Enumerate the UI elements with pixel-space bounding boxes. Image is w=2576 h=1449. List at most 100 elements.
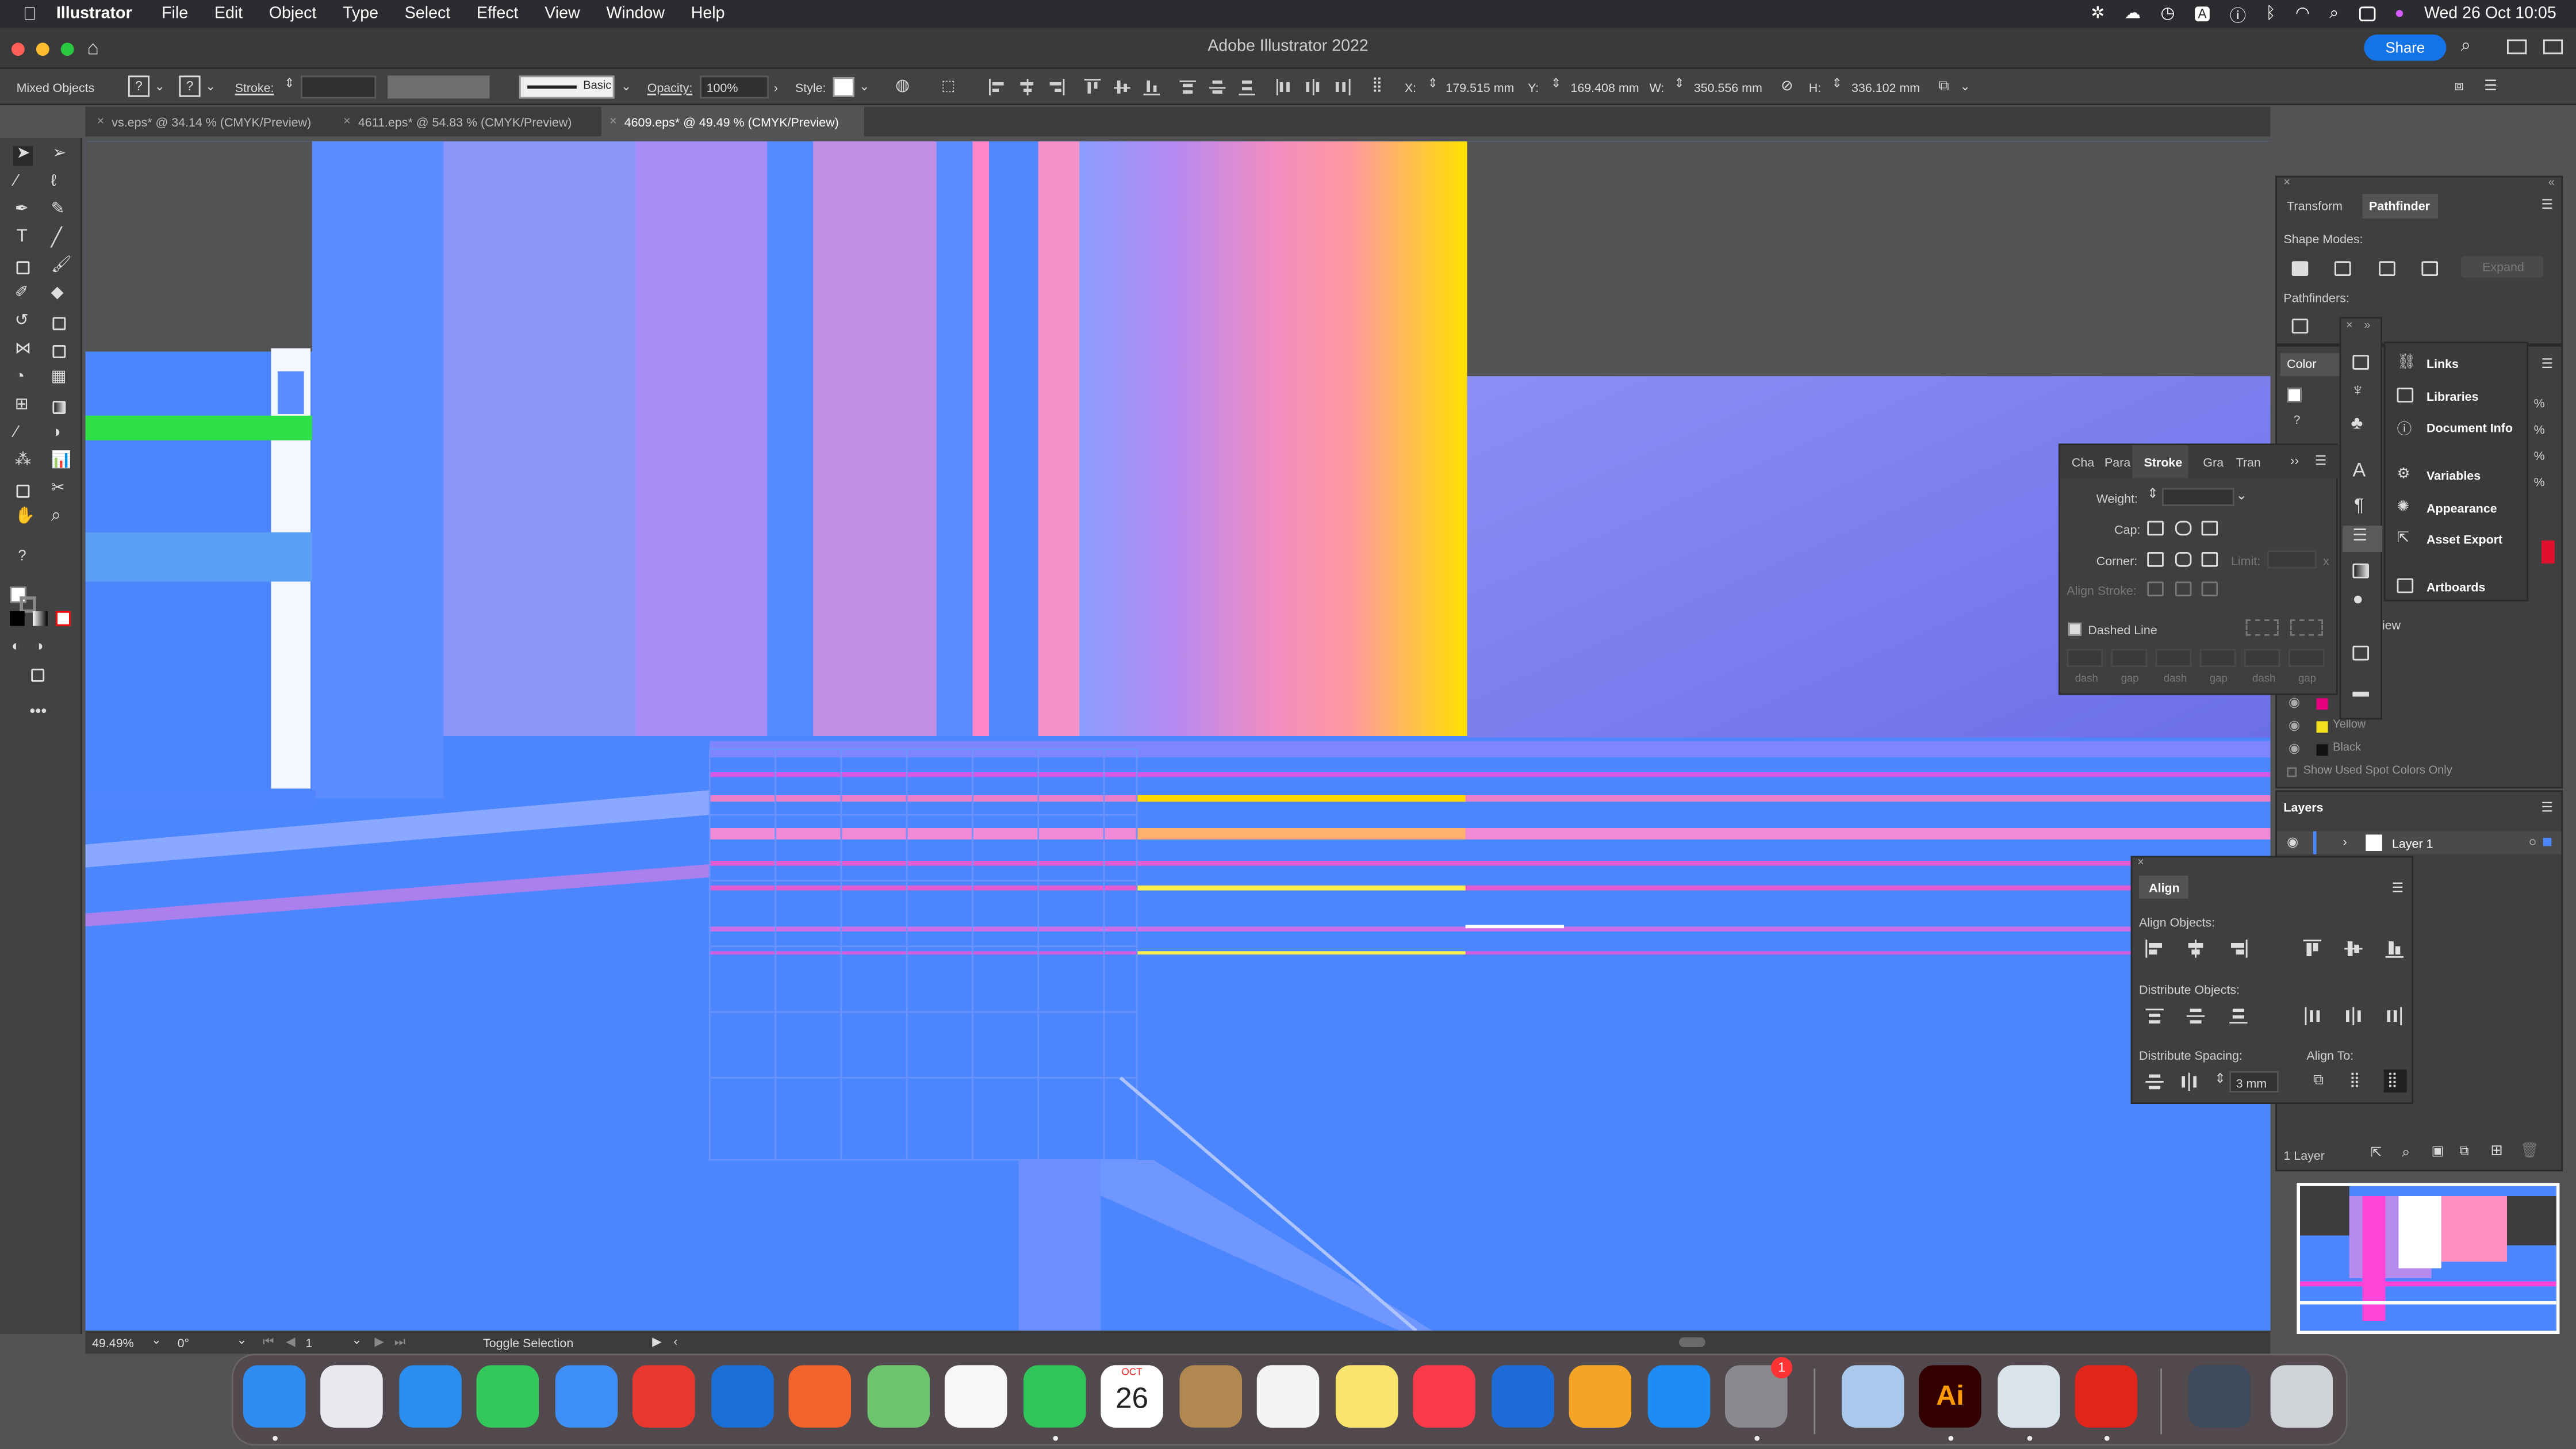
distribute-left-icon[interactable] bbox=[1275, 79, 1291, 95]
eye-icon[interactable]: ◉ bbox=[2288, 718, 2300, 733]
gap-field-2[interactable] bbox=[2199, 649, 2236, 667]
scale-tool-icon[interactable] bbox=[49, 314, 69, 334]
document-tab-2[interactable]: × 4611.eps* @ 54.83 % (CMYK/Preview) bbox=[335, 107, 598, 136]
opacity-label[interactable]: Opacity: bbox=[647, 80, 693, 95]
stroke-swatch[interactable]: ? bbox=[179, 75, 201, 97]
fill-swatch-mini[interactable] bbox=[2287, 388, 2302, 402]
curvature-tool-icon[interactable]: ✎ bbox=[49, 201, 69, 221]
align-stroke-inside-icon[interactable] bbox=[2175, 581, 2192, 597]
creative-cloud-icon[interactable]: ☁ bbox=[2125, 5, 2141, 23]
keynote-icon[interactable] bbox=[1492, 1365, 1554, 1428]
safari-icon[interactable] bbox=[399, 1365, 462, 1428]
reference-point-icon[interactable]: ⣿ bbox=[1372, 75, 1383, 93]
wifi-icon[interactable]: ◠ bbox=[2295, 5, 2310, 23]
navigator-panel[interactable] bbox=[2297, 1183, 2560, 1334]
opacity-arrow-icon[interactable]: › bbox=[774, 80, 778, 95]
tab-character[interactable]: Cha bbox=[2072, 455, 2094, 470]
slice-tool-icon[interactable]: ✂ bbox=[49, 480, 69, 501]
distribute-top-icon[interactable] bbox=[1179, 79, 1196, 95]
brush-dropdown-chevron-icon[interactable]: ⌄ bbox=[621, 79, 631, 94]
panel-menu-icon[interactable]: ☰ bbox=[2542, 800, 2553, 815]
control-menu-icon[interactable]: ☰ bbox=[2484, 77, 2497, 95]
app-store-icon[interactable] bbox=[1647, 1365, 1711, 1428]
align-to-artboard-icon[interactable]: ⣿ bbox=[2383, 1070, 2407, 1092]
x-stepper-icon[interactable]: ⇕ bbox=[1428, 75, 1438, 90]
time-machine-icon[interactable]: ◷ bbox=[2160, 5, 2175, 23]
export-panel-icon[interactable] bbox=[2352, 645, 2369, 661]
height-value[interactable]: 336.102 mm bbox=[1851, 80, 1920, 95]
stroke-weight-stepper-icon[interactable]: ⇕ bbox=[284, 75, 294, 90]
stroke-panel-icon-active[interactable]: ☰ bbox=[2343, 526, 2382, 552]
mesh-tool-icon[interactable]: ⊞ bbox=[13, 396, 33, 417]
next-artboard-icon[interactable]: ▶ bbox=[374, 1334, 384, 1349]
spacing-stepper-icon[interactable]: ⇕ bbox=[2214, 1071, 2225, 1086]
close-panel-icon[interactable]: × bbox=[2137, 857, 2144, 869]
swatch-row-magenta[interactable]: ◉ bbox=[2283, 695, 2546, 715]
transparency-panel-icon[interactable]: ● bbox=[2352, 590, 2363, 610]
arrange-documents-icon[interactable] bbox=[2507, 39, 2527, 55]
rectangle-tool-icon[interactable] bbox=[13, 258, 33, 278]
align-to-selection-option-icon[interactable]: ⧉ bbox=[2313, 1071, 2324, 1089]
y-value[interactable]: 169.408 mm bbox=[1570, 80, 1639, 95]
variable-width-profile[interactable] bbox=[388, 75, 490, 99]
paragraph-panel-icon[interactable]: ¶ bbox=[2354, 496, 2364, 516]
swatch-row-black[interactable]: ◉ Black bbox=[2283, 741, 2546, 761]
round-join-icon[interactable] bbox=[2175, 552, 2192, 567]
menu-object[interactable]: Object bbox=[269, 5, 317, 23]
expand-button[interactable]: Expand bbox=[2461, 256, 2543, 278]
style-dropdown-chevron-icon[interactable]: ⌄ bbox=[859, 79, 869, 94]
gradient-mode-icon[interactable] bbox=[33, 611, 48, 626]
close-panel-icon[interactable]: × bbox=[2346, 320, 2353, 332]
app-menu[interactable]: Illustrator bbox=[56, 5, 132, 23]
document-tab-1[interactable]: × vs.eps* @ 34.14 % (CMYK/Preview) bbox=[89, 107, 332, 136]
flyout-item-artboards[interactable]: Artboards bbox=[2386, 573, 2530, 600]
color-spectrum-strip[interactable] bbox=[2542, 540, 2555, 564]
horizontal-distribute-center-icon[interactable] bbox=[2344, 1007, 2362, 1025]
eyedropper-tool-icon[interactable]: ⁄ bbox=[13, 424, 33, 445]
vertical-align-bottom-icon[interactable] bbox=[2385, 940, 2404, 959]
align-horizontal-center-icon[interactable] bbox=[1018, 79, 1035, 95]
blank-app-icon[interactable] bbox=[1998, 1365, 2060, 1428]
character-panel-icon[interactable]: A bbox=[2352, 458, 2366, 481]
selection-tool-icon[interactable]: ➤ bbox=[13, 144, 33, 166]
unite-icon[interactable] bbox=[2291, 261, 2309, 276]
reminders-icon[interactable] bbox=[1256, 1365, 1320, 1428]
firefox-icon[interactable] bbox=[788, 1365, 851, 1428]
status-gear-icon[interactable]: ✲ bbox=[2091, 5, 2104, 23]
search-icon[interactable]: ⌕ bbox=[2461, 36, 2471, 57]
tab-gradient[interactable]: Gra bbox=[2203, 455, 2224, 470]
puppet-warp-icon[interactable]: ♆ bbox=[2351, 381, 2365, 401]
eraser-tool-icon[interactable]: ◆ bbox=[49, 284, 69, 305]
vertical-distribute-bottom-icon[interactable] bbox=[2229, 1007, 2248, 1025]
projecting-cap-icon[interactable] bbox=[2201, 520, 2218, 536]
vertical-distribute-center-icon[interactable] bbox=[2186, 1007, 2205, 1025]
gradient-tool-icon[interactable] bbox=[49, 397, 69, 417]
tab-transform[interactable]: Transform bbox=[2280, 194, 2363, 218]
create-new-layer-icon[interactable]: ⊞ bbox=[2490, 1142, 2503, 1160]
notes-icon[interactable] bbox=[1335, 1365, 1398, 1428]
preserve-dash-icon[interactable] bbox=[2245, 619, 2279, 636]
intersect-icon[interactable] bbox=[2379, 261, 2395, 276]
column-graph-tool-icon[interactable]: 📊 bbox=[49, 452, 72, 473]
miter-limit-field[interactable] bbox=[2267, 550, 2317, 569]
spotlight-search-icon[interactable]: ⌕ bbox=[2329, 5, 2339, 23]
info-icon[interactable]: ⓘ bbox=[2230, 2, 2247, 26]
align-bottom-icon[interactable] bbox=[1143, 79, 1160, 96]
gap-field-3[interactable] bbox=[2288, 649, 2325, 667]
comments-panel-icon[interactable]: ▬ bbox=[2352, 684, 2369, 702]
vertical-align-top-icon[interactable] bbox=[2303, 940, 2322, 957]
music-icon[interactable] bbox=[1413, 1365, 1475, 1428]
maps-icon[interactable] bbox=[867, 1365, 930, 1428]
opacity-field[interactable]: 100% bbox=[700, 75, 769, 99]
eye-icon[interactable]: ◉ bbox=[2288, 695, 2300, 710]
control-center-icon[interactable] bbox=[2358, 6, 2375, 22]
weight-dropdown-chevron-icon[interactable]: ⌄ bbox=[2236, 488, 2247, 503]
vertical-distribute-top-icon[interactable] bbox=[2145, 1007, 2164, 1025]
flyout-item-variables[interactable]: ⚙ Variables bbox=[2386, 462, 2530, 488]
symbols-panel-icon[interactable]: ♣ bbox=[2351, 414, 2363, 434]
menubar-clock[interactable]: Wed 26 Oct 10:05 bbox=[2424, 5, 2556, 23]
shape-builder-tool-icon[interactable]: ◔ bbox=[13, 368, 33, 389]
horizontal-distribute-right-icon[interactable] bbox=[2386, 1007, 2404, 1025]
draw-behind-icon[interactable]: ◑ bbox=[33, 638, 52, 658]
expand-panel-icon[interactable]: » bbox=[2364, 320, 2370, 332]
